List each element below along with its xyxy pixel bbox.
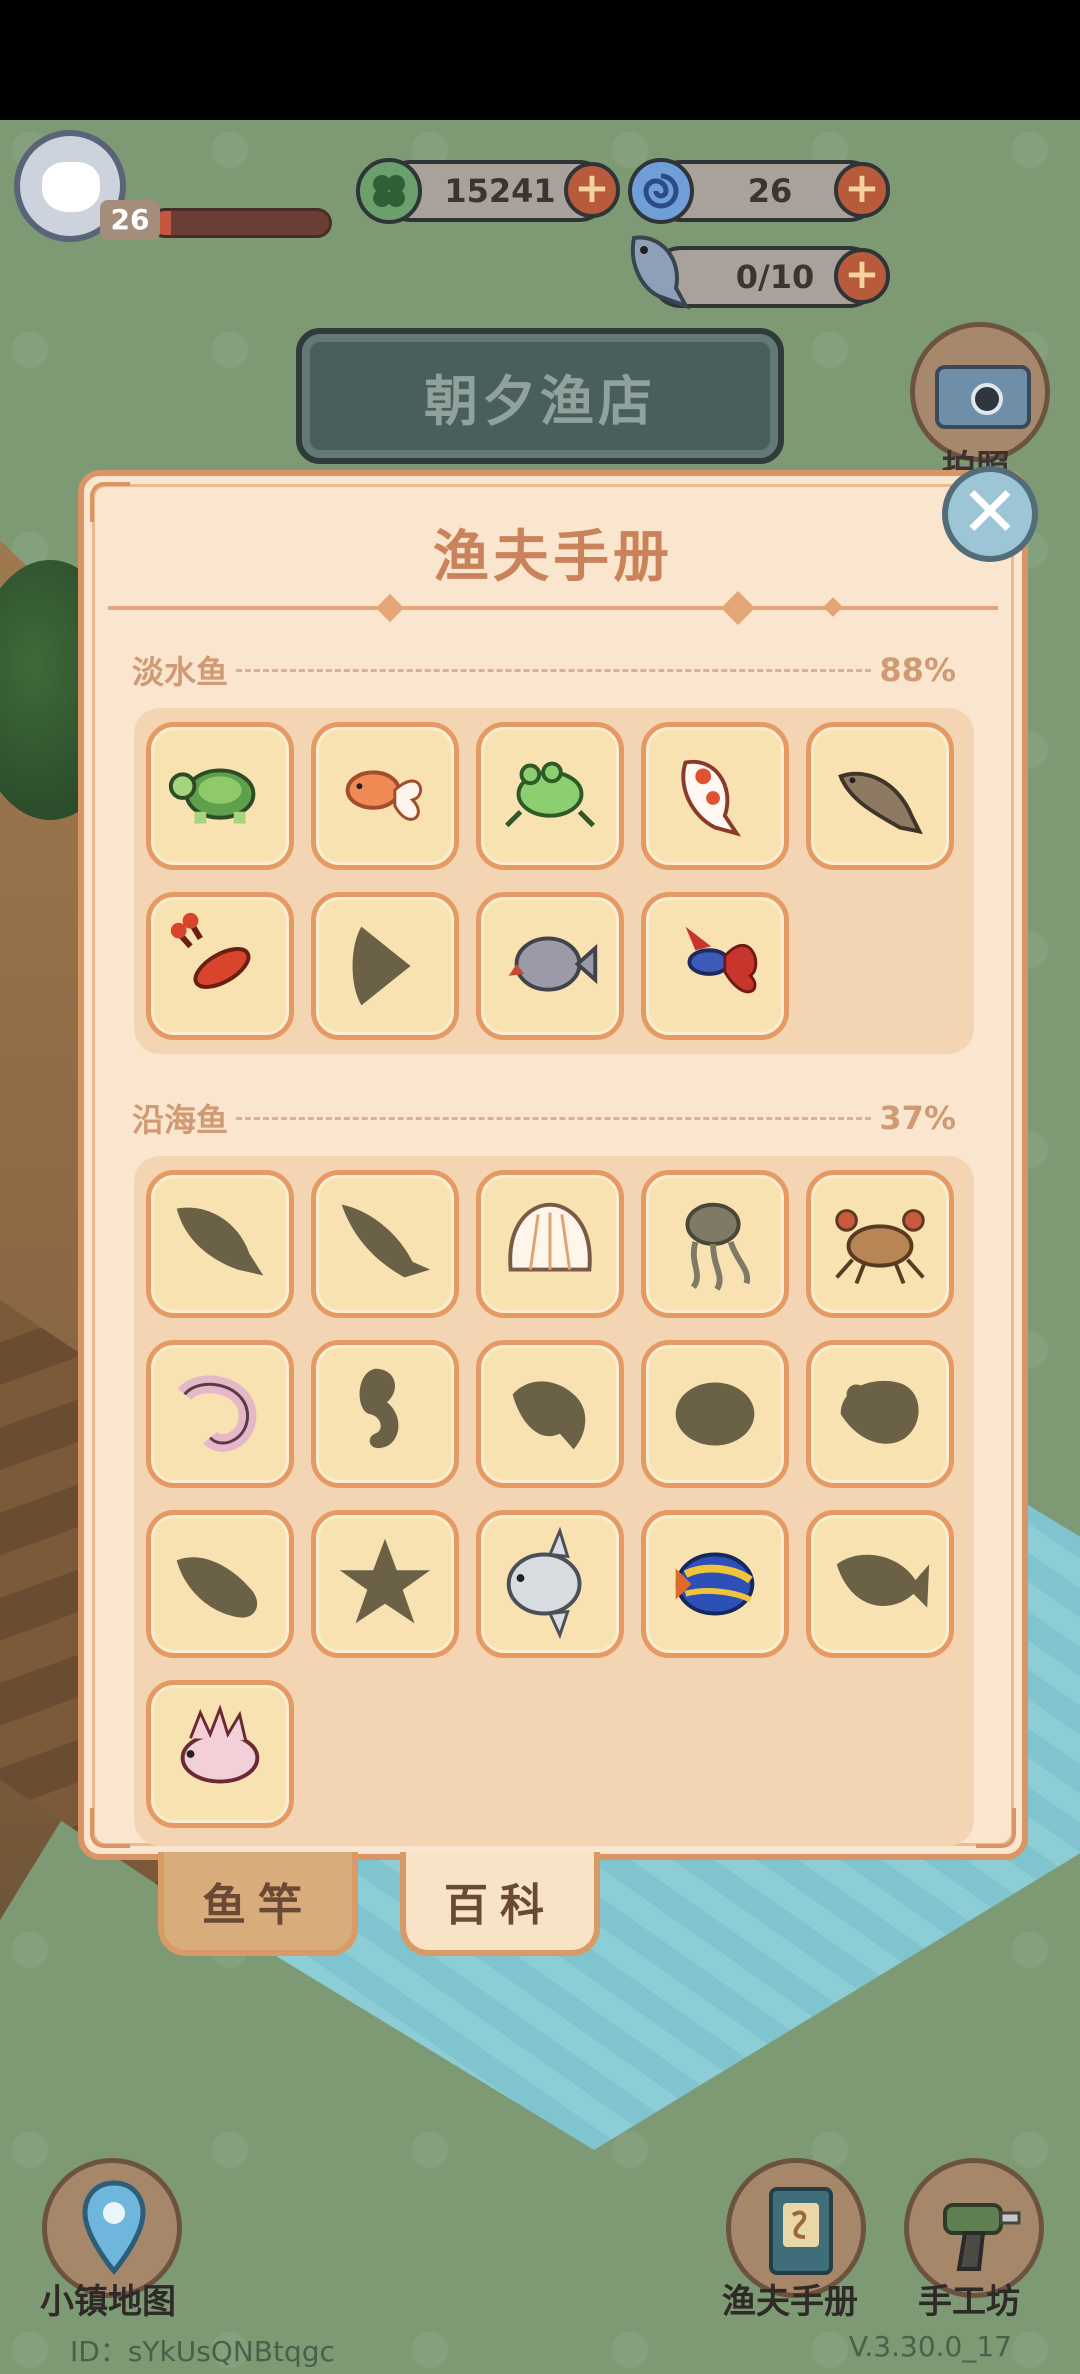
clam-silhouette-silhouette-icon [675, 1382, 755, 1446]
section-percent: 37% [879, 1099, 956, 1137]
fish-capacity-value: 0/10 [735, 258, 815, 296]
creature-slot-sea-cucumber[interactable] [146, 1510, 294, 1658]
sunfish-icon [506, 1526, 582, 1640]
creature-slot-fish-silhouette-3[interactable] [476, 1340, 624, 1488]
status-bar [0, 0, 1080, 120]
section-header-freshwater: 淡水鱼 88% [132, 650, 956, 691]
sea-cucumber-silhouette-icon [176, 1557, 258, 1618]
creature-slot-turtle[interactable] [146, 722, 294, 870]
add-clover-button[interactable]: + [564, 162, 620, 218]
fish-silhouette-4-silhouette-icon [836, 1554, 930, 1608]
creature-slot-jellyfish[interactable] [641, 1170, 789, 1318]
scorpionfish-icon [180, 1704, 260, 1784]
creature-slot-fish-silhouette-2[interactable] [311, 1170, 459, 1318]
panel-corner-ornament [976, 1808, 1016, 1848]
panel-corner-ornament [90, 1808, 130, 1848]
creature-slot-piranha[interactable] [476, 892, 624, 1040]
goldfish-icon [345, 770, 422, 821]
section-title: 沿海鱼 [132, 1101, 229, 1139]
title-divider [108, 606, 998, 610]
creature-slot-betta[interactable] [641, 892, 789, 1040]
book-icon [769, 2187, 833, 2275]
koi-icon [681, 759, 742, 837]
creature-slot-sunfish[interactable] [476, 1510, 624, 1658]
fish-silhouette-3-silhouette-icon [512, 1381, 586, 1450]
creature-slot-clam-silhouette[interactable] [641, 1340, 789, 1488]
player-id: ID：sYkUsQNBtqgc [70, 2335, 335, 2368]
camera-icon [935, 365, 1031, 429]
emperor-angelfish-icon [675, 1552, 755, 1616]
clover-currency-value: 15241 [444, 172, 556, 210]
creature-slot-fish-silhouette-4[interactable] [806, 1510, 954, 1658]
section-title: 淡水鱼 [132, 653, 229, 691]
level-badge: 26 [100, 200, 160, 240]
scallop-icon [508, 1202, 592, 1272]
creature-slot-scorpionfish[interactable] [146, 1680, 294, 1828]
close-button[interactable]: ✕ [942, 466, 1038, 562]
turtle-icon [168, 768, 256, 824]
crab-icon [835, 1209, 925, 1285]
panel-title: 渔夫手册 [433, 525, 673, 590]
creature-slot-carp[interactable] [806, 722, 954, 870]
fish-icon [620, 228, 700, 312]
swirl-icon [628, 158, 694, 224]
tab-encyclopedia[interactable]: 百科 [400, 1852, 600, 1956]
drill-icon [943, 2203, 1021, 2271]
conch-silhouette-silhouette-icon [840, 1380, 919, 1444]
fisher-handbook-label: 渔夫手册 [722, 2282, 858, 2322]
creature-slot-starfish[interactable] [311, 1510, 459, 1658]
creature-slot-shrimp[interactable] [146, 1340, 294, 1488]
section-percent: 88% [879, 651, 956, 689]
creature-slot-koi[interactable] [641, 722, 789, 870]
crayfish-icon [170, 912, 251, 989]
app-version: V.3.30.0_17 [848, 2330, 1012, 2363]
tab-fishing-rod[interactable]: 鱼竿 [158, 1852, 358, 1956]
creature-slot-crab[interactable] [806, 1170, 954, 1318]
creature-slot-conch-silhouette[interactable] [806, 1340, 954, 1488]
angelfish-silhouette-icon [352, 926, 411, 1006]
piranha-icon [508, 936, 598, 992]
xp-bar [150, 208, 332, 238]
fish-silhouette-2-silhouette-icon [341, 1204, 431, 1278]
creature-slot-crayfish[interactable] [146, 892, 294, 1040]
carp-icon [838, 771, 923, 835]
add-fish-capacity-button[interactable]: + [834, 248, 890, 304]
shop-name-sign: 朝夕渔店 [296, 328, 784, 464]
map-pin-icon [82, 2180, 146, 2275]
creature-slot-scallop[interactable] [476, 1170, 624, 1318]
seahorse-silhouette-icon [359, 1368, 399, 1449]
jellyfish-silhouette-icon [685, 1202, 751, 1291]
creature-slot-fish-silhouette-1[interactable] [146, 1170, 294, 1318]
creature-slot-seahorse[interactable] [311, 1340, 459, 1488]
frog-icon [504, 761, 596, 828]
betta-icon [685, 926, 758, 994]
creature-slot-emperor-angelfish[interactable] [641, 1510, 789, 1658]
creature-slot-angelfish[interactable] [311, 892, 459, 1040]
add-swirl-button[interactable]: + [834, 162, 890, 218]
workshop-label: 手工坊 [918, 2282, 1020, 2322]
clover-icon [356, 158, 422, 224]
swirl-currency-value: 26 [747, 172, 793, 210]
creature-slot-goldfish[interactable] [311, 722, 459, 870]
town-map-label: 小镇地图 [40, 2282, 176, 2322]
shrimp-icon [177, 1375, 257, 1452]
starfish-silhouette-icon [339, 1538, 431, 1624]
section-header-coastal: 沿海鱼 37% [132, 1098, 956, 1139]
creature-slot-frog[interactable] [476, 722, 624, 870]
fish-silhouette-1-silhouette-icon [176, 1207, 264, 1276]
